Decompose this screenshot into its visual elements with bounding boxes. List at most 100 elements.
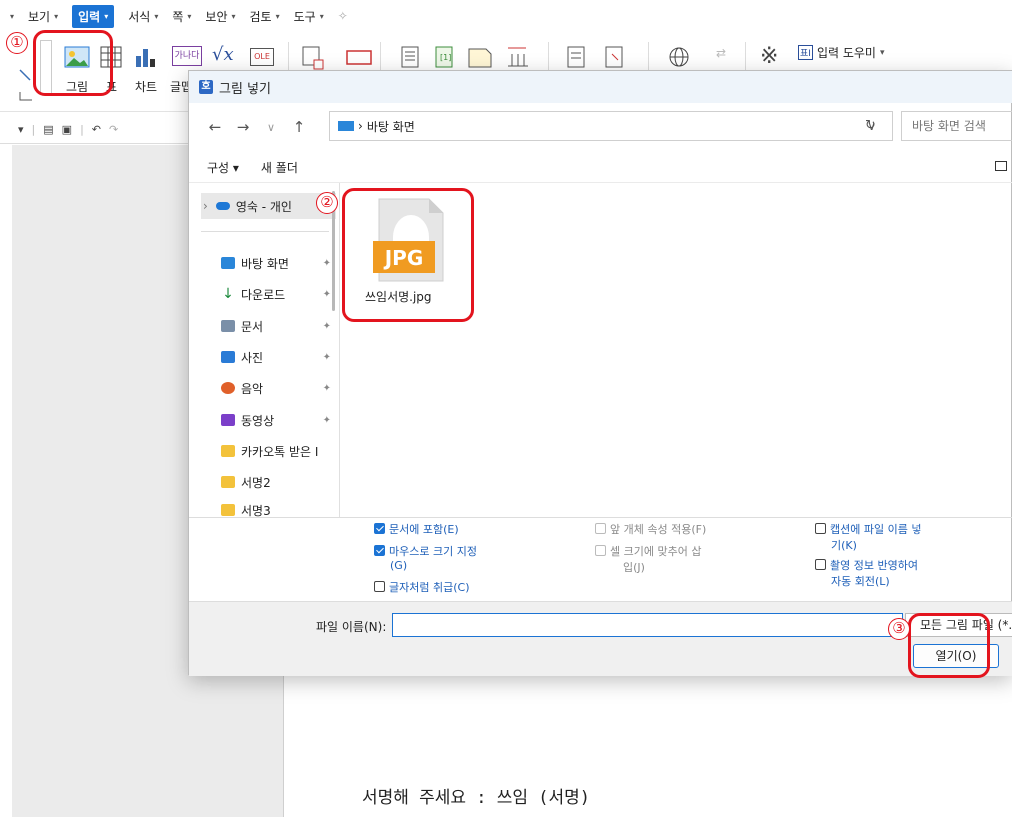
new-folder-button[interactable]: 새 폴더 <box>261 159 298 176</box>
sidebar-item-downloads[interactable]: ↓ 다운로드 ✦ <box>221 284 331 304</box>
menu-tools-label: 도구 <box>293 9 316 24</box>
footnote-icon[interactable]: [1] <box>434 46 456 70</box>
apply-prev-props-checkbox[interactable]: 앞 개체 속성 적용(F) <box>595 521 706 537</box>
chevron-down-icon: ▾ <box>231 11 236 21</box>
sidebar-item-signature2[interactable]: 서명2 <box>221 472 331 492</box>
checkbox-checked[interactable] <box>374 545 385 556</box>
redo-icon[interactable]: ↷ <box>109 123 118 136</box>
menu-security[interactable]: 보안 ▾ <box>205 8 235 25</box>
chart-icon[interactable] <box>134 46 158 68</box>
recent-chevron-icon[interactable]: ∨ <box>257 121 285 134</box>
menu-bar: ▾ 보기 ▾ 입력 ▾ 서식 ▾ 쪽 ▾ 보안 ▾ 검토 ▾ 도구 ▾ ✧ <box>0 0 1012 32</box>
toolbar-separator: | <box>31 123 36 136</box>
chevron-down-icon: ▾ <box>10 11 15 21</box>
sidebar-item-label: 동영상 <box>241 413 275 428</box>
pictures-icon <box>221 351 235 363</box>
sidebar-item-videos[interactable]: 동영상 ✦ <box>221 410 331 430</box>
toolbar-separator: | <box>80 123 84 136</box>
fit-cell-checkbox[interactable]: 셀 크기에 맞추어 삽 입(J) <box>595 543 701 575</box>
ribbon-separator <box>648 42 649 72</box>
back-arrow-icon[interactable]: ← <box>201 118 229 136</box>
organize-button[interactable]: 구성 ▾ <box>207 159 239 176</box>
textart-icon[interactable]: 가나다 <box>172 46 202 66</box>
option-row: 촬영 정보 반영하여 <box>815 557 918 573</box>
search-input[interactable]: 바탕 화면 검색 <box>901 111 1012 141</box>
sidebar-item-label: 서명2 <box>241 475 271 490</box>
undo-icon[interactable]: ↶ <box>92 123 101 136</box>
pin-icon: ✦ <box>322 382 331 394</box>
folder-icon <box>221 445 235 457</box>
print-icon[interactable]: ▤ <box>43 123 53 136</box>
checkbox-unchecked[interactable] <box>815 523 826 534</box>
option-label: 문서에 포함(E) <box>389 523 459 536</box>
document-icon[interactable] <box>400 46 422 70</box>
sidebar-item-kakaotalk[interactable]: 카카오톡 받은 I <box>221 441 331 461</box>
ole-icon[interactable]: OLE <box>250 48 274 66</box>
breadcrumb[interactable]: 바탕 화면 <box>367 118 415 135</box>
sidebar-item-signature3[interactable]: 서명3 <box>221 503 331 517</box>
refresh-icon[interactable]: ↻ <box>865 118 876 133</box>
checkbox-unchecked[interactable] <box>815 559 826 570</box>
chevron-down-icon: ▾ <box>319 11 324 21</box>
sidebar-item-desktop[interactable]: 바탕 화면 ✦ <box>221 253 331 273</box>
menu-file-partial[interactable]: ▾ <box>6 12 14 21</box>
caption-filename-checkbox[interactable]: 캡션에 파일 이름 넣 기(K) <box>815 521 921 553</box>
symbol-icon[interactable]: ※ <box>760 44 778 69</box>
hwp-logo-icon: 호 <box>199 80 213 94</box>
checkbox-unchecked[interactable] <box>374 581 385 592</box>
menu-extra-icon[interactable]: ✧ <box>338 9 348 23</box>
bookmark-icon[interactable] <box>506 44 530 68</box>
shape-icon[interactable] <box>346 48 372 66</box>
chart-label[interactable]: 차트 <box>135 78 157 95</box>
pin-icon: ✦ <box>322 288 331 300</box>
menu-tools[interactable]: 도구 ▾ <box>294 8 324 25</box>
treat-as-char-checkbox[interactable]: 글자처럼 취급(C) <box>374 579 469 595</box>
preview-icon[interactable]: ▣ <box>62 123 72 136</box>
form-icon[interactable] <box>302 46 324 70</box>
filename-input[interactable] <box>392 613 903 637</box>
menu-insert[interactable]: 입력 ▾ <box>72 4 115 28</box>
checkbox-disabled[interactable] <box>595 523 606 534</box>
checkbox-disabled[interactable] <box>595 545 606 556</box>
dialog-footer: 파일 이름(N): 모든 그림 파일 (*. 열기(O) <box>189 601 1012 676</box>
sidebar-item-label: 다운로드 <box>241 287 286 302</box>
chevron-down-icon[interactable]: ▾ <box>18 123 24 136</box>
exif-rotate-checkbox[interactable]: 촬영 정보 반영하여 자동 회전(L) <box>815 557 918 589</box>
cross-ref-icon[interactable] <box>604 46 626 70</box>
sidebar-item-label: 음악 <box>241 381 264 396</box>
ribbon-separator <box>548 42 549 72</box>
sidebar-item-label: 카카오톡 받은 I <box>241 444 319 459</box>
forward-arrow-icon[interactable]: → <box>229 118 257 136</box>
menu-review[interactable]: 검토 ▾ <box>250 8 280 25</box>
hyperlink-icon[interactable] <box>668 46 690 72</box>
view-toggle-icon[interactable] <box>995 161 1007 171</box>
sidebar-item-label: 서명3 <box>241 503 271 518</box>
music-icon <box>221 382 235 394</box>
page-icon[interactable] <box>566 46 588 70</box>
document-text[interactable]: 서명해 주세요 : 쓰임 (서명) <box>362 783 590 808</box>
up-arrow-icon[interactable]: ↑ <box>285 118 313 136</box>
menu-format[interactable]: 서식 ▾ <box>128 8 158 25</box>
menu-view[interactable]: 보기 ▾ <box>28 8 58 25</box>
address-bar[interactable]: › 바탕 화면 ∨ <box>329 111 893 141</box>
input-helper-button[interactable]: 표I 입력 도우미 ▾ <box>798 44 884 61</box>
include-in-document-checkbox[interactable]: 문서에 포함(E) <box>374 521 459 537</box>
formula-icon[interactable]: √x <box>212 44 234 65</box>
sidebar-item-label: 사진 <box>241 350 264 365</box>
dialog-title-bar[interactable]: 호 그림 넣기 <box>189 71 1012 103</box>
pin-icon: ✦ <box>322 257 331 269</box>
pin-icon: ✦ <box>322 351 331 363</box>
chevron-right-icon[interactable]: › <box>203 199 208 213</box>
mouse-size-checkbox[interactable]: 마우스로 크기 지정 (G) <box>374 543 477 572</box>
chevron-down-icon: ▾ <box>187 11 192 21</box>
sidebar-item-documents[interactable]: 문서 ✦ <box>221 316 331 336</box>
documents-icon <box>221 320 235 332</box>
cloud-icon <box>215 202 230 210</box>
sidebar-item-pictures[interactable]: 사진 ✦ <box>221 347 331 367</box>
dialog-title: 그림 넣기 <box>219 81 271 97</box>
checkbox-checked[interactable] <box>374 523 385 534</box>
sidebar-item-music[interactable]: 음악 ✦ <box>221 378 331 398</box>
memo-icon[interactable] <box>468 48 492 68</box>
option-label: 촬영 정보 반영하여 <box>830 559 918 572</box>
menu-page[interactable]: 쪽 ▾ <box>172 8 191 25</box>
